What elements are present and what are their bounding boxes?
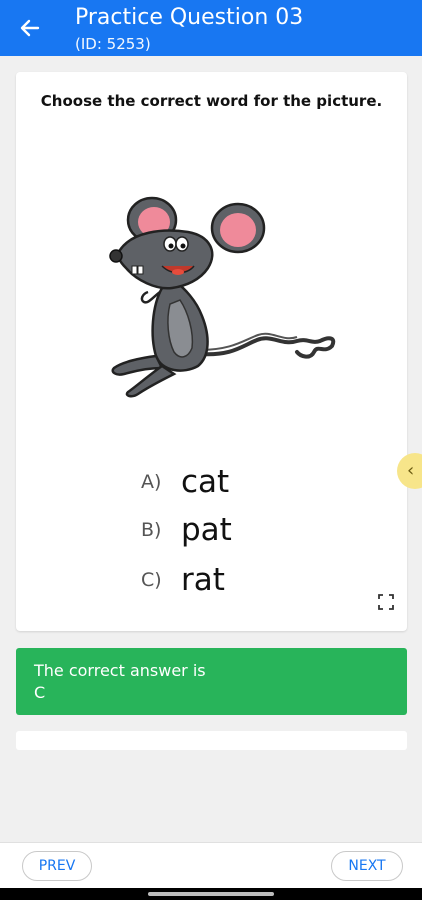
option-c-word: rat <box>181 562 225 598</box>
prev-button[interactable]: PREV <box>22 851 92 881</box>
page-title: Practice Question 03 <box>75 5 304 30</box>
option-a-letter: A) <box>141 471 162 493</box>
question-prompt: Choose the correct word for the picture. <box>40 92 383 110</box>
answer-text: The correct answer is C <box>34 660 206 704</box>
next-button[interactable]: NEXT <box>331 851 403 881</box>
fullscreen-icon[interactable] <box>377 593 395 611</box>
option-a[interactable]: A) cat <box>141 462 229 502</box>
option-b[interactable]: B) pat <box>141 510 232 550</box>
option-b-letter: B) <box>141 519 162 541</box>
option-a-word: cat <box>181 464 230 500</box>
home-handle[interactable] <box>148 892 274 896</box>
option-c-letter: C) <box>141 569 162 591</box>
empty-card <box>16 731 407 750</box>
mouse-picture <box>109 196 336 398</box>
system-navigation-bar <box>0 888 422 900</box>
app-bar: Practice Question 03 (ID: 5253) <box>0 0 422 56</box>
back-button[interactable] <box>14 12 46 44</box>
bottom-navigation: PREV NEXT <box>0 842 422 889</box>
answer-label: The correct answer is <box>34 661 206 680</box>
question-card: Choose the correct word for the picture. <box>16 72 407 631</box>
back-arrow-icon <box>20 19 40 37</box>
answer-value: C <box>34 683 46 702</box>
option-b-word: pat <box>181 512 232 548</box>
chevron-left-icon: ‹ <box>407 460 415 481</box>
option-c[interactable]: C) rat <box>141 560 225 600</box>
question-id: (ID: 5253) <box>75 35 151 53</box>
answer-box: The correct answer is C <box>16 648 407 715</box>
